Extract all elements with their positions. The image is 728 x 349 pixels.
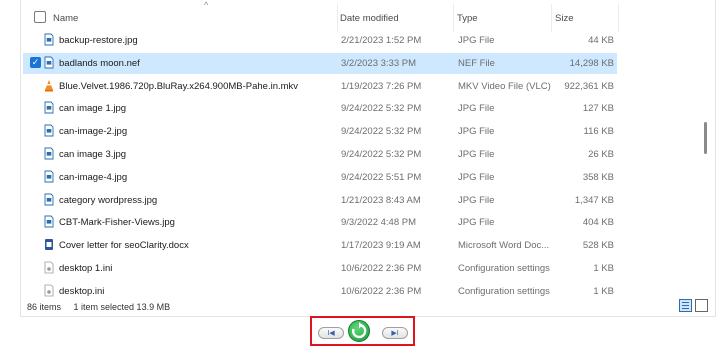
file-date-modified: 9/24/2022 5:32 PM xyxy=(341,126,422,138)
file-type: NEF File xyxy=(458,57,495,69)
row-checkbox-checked[interactable]: ✓ xyxy=(30,56,41,68)
file-date-modified: 9/3/2022 4:48 PM xyxy=(341,217,416,229)
vertical-scrollbar[interactable] xyxy=(704,122,707,154)
file-row[interactable]: desktop.ini 10/6/2022 2:36 PM Configuratio… xyxy=(23,281,617,302)
image-file-icon xyxy=(44,147,54,160)
image-file-icon xyxy=(44,215,54,228)
file-name: category wordpress.jpg xyxy=(59,194,158,206)
file-explorer-window: Name ^ Date modified Type Size backup-re… xyxy=(20,0,716,317)
image-file-icon xyxy=(44,56,54,69)
file-name: can image 1.jpg xyxy=(59,103,127,115)
file-type: JPG File xyxy=(458,103,495,115)
image-file-icon xyxy=(44,170,54,183)
file-size: 1,347 KB xyxy=(574,194,614,206)
file-name: Cover letter for seoClarity.docx xyxy=(59,240,189,252)
replay-icon[interactable] xyxy=(348,320,370,342)
file-row[interactable]: category wordpress.jpg 1/21/2023 8:43 AM J… xyxy=(23,190,617,211)
file-name: can image 3.jpg xyxy=(59,149,127,160)
file-row[interactable]: can image 3.jpg 9/24/2022 5:32 PM JPG File… xyxy=(23,144,617,165)
file-size: 14,298 KB xyxy=(569,57,614,69)
file-size: 922,361 KB xyxy=(564,80,614,92)
file-type: JPG File xyxy=(458,126,495,138)
file-type: Configuration settings xyxy=(458,285,550,297)
file-date-modified: 2/21/2023 1:52 PM xyxy=(341,35,422,46)
column-header-size[interactable]: Size xyxy=(555,13,573,24)
file-date-modified: 1/19/2023 7:26 PM xyxy=(341,80,422,92)
file-type: JPG File xyxy=(458,35,495,46)
file-type: JPG File xyxy=(458,217,495,229)
file-size: 358 KB xyxy=(582,171,614,183)
file-size: 44 KB xyxy=(588,35,614,46)
word-doc-icon xyxy=(44,238,54,251)
file-row[interactable]: Blue.Velvet.1986.720p.BluRay.x264.900MB-… xyxy=(23,76,617,97)
file-type: JPG File xyxy=(458,194,495,206)
file-type: Microsoft Word Doc... xyxy=(458,240,550,252)
file-name: can-image-4.jpg xyxy=(59,171,128,183)
file-date-modified: 3/2/2023 3:33 PM xyxy=(341,57,416,69)
file-row[interactable]: can-image-2.jpg 9/24/2022 5:32 PM JPG File… xyxy=(23,121,617,142)
file-name: desktop 1.ini xyxy=(59,263,113,274)
file-type: MKV Video File (VLC) xyxy=(458,80,551,92)
file-type: JPG File xyxy=(458,149,495,160)
file-row[interactable]: backup-restore.jpg 2/21/2023 1:52 PM JPG F… xyxy=(23,30,617,51)
file-name: can-image-2.jpg xyxy=(59,126,128,138)
selection-info: 1 item selected 13.9 MB xyxy=(73,302,171,312)
file-size: 127 KB xyxy=(582,103,614,115)
image-file-icon xyxy=(44,33,54,46)
sort-ascending-icon: ^ xyxy=(204,0,209,10)
file-row[interactable]: Cover letter for seoClarity.docx 1/17/202… xyxy=(23,235,617,256)
file-date-modified: 9/24/2022 5:51 PM xyxy=(341,171,422,183)
file-size: 404 KB xyxy=(582,217,614,229)
file-date-modified: 1/17/2023 9:19 AM xyxy=(341,240,421,252)
file-name: CBT-Mark-Fisher-Views.jpg xyxy=(59,217,175,229)
file-type: JPG File xyxy=(458,171,495,183)
column-header-name[interactable]: Name xyxy=(53,13,78,24)
file-name: badlands moon.nef xyxy=(59,57,140,69)
file-date-modified: 9/24/2022 5:32 PM xyxy=(341,149,422,160)
playback-controls: I◀ ▶I xyxy=(310,316,415,346)
file-row[interactable]: CBT-Mark-Fisher-Views.jpg 9/3/2022 4:48 P… xyxy=(23,212,617,233)
file-date-modified: 10/6/2022 2:36 PM xyxy=(341,285,422,297)
image-file-icon xyxy=(44,101,54,114)
column-header-type[interactable]: Type xyxy=(457,13,478,24)
settings-file-icon xyxy=(44,284,54,297)
column-header-date[interactable]: Date modified xyxy=(340,13,399,24)
file-type: Configuration settings xyxy=(458,263,550,274)
file-size: 1 KB xyxy=(593,285,614,297)
file-date-modified: 1/21/2023 8:43 AM xyxy=(341,194,421,206)
large-icons-view-button[interactable] xyxy=(695,299,708,312)
column-divider xyxy=(618,4,619,32)
column-divider xyxy=(337,4,338,32)
next-button[interactable]: ▶I xyxy=(382,327,408,339)
file-row[interactable]: can-image-4.jpg 9/24/2022 5:51 PM JPG File… xyxy=(23,167,617,188)
file-name: desktop.ini xyxy=(59,285,105,297)
file-row[interactable]: ✓ badlands moon.nef 3/2/2023 3:33 PM NEF Fi… xyxy=(23,52,617,74)
previous-button[interactable]: I◀ xyxy=(318,327,344,339)
file-size: 528 KB xyxy=(582,240,614,252)
file-row[interactable]: desktop 1.ini 10/6/2022 2:36 PM Configurat… xyxy=(23,258,617,279)
file-size: 116 KB xyxy=(583,126,614,138)
image-file-icon xyxy=(44,193,54,206)
column-divider xyxy=(453,4,454,32)
file-row[interactable]: can image 1.jpg 9/24/2022 5:32 PM JPG File… xyxy=(23,98,617,119)
image-file-icon xyxy=(44,124,54,137)
details-view-button[interactable] xyxy=(679,299,692,312)
status-bar: 86 items 1 item selected 13.9 MB xyxy=(27,302,180,312)
vlc-cone-icon xyxy=(44,79,54,92)
column-divider xyxy=(551,4,552,32)
select-all-checkbox[interactable] xyxy=(34,11,46,23)
file-date-modified: 10/6/2022 2:36 PM xyxy=(341,263,422,274)
file-size: 1 KB xyxy=(593,263,614,274)
file-name: backup-restore.jpg xyxy=(59,35,138,46)
item-count: 86 items xyxy=(27,302,62,312)
file-size: 26 KB xyxy=(588,149,614,160)
settings-file-icon xyxy=(44,261,54,274)
file-name: Blue.Velvet.1986.720p.BluRay.x264.900MB-… xyxy=(59,80,299,92)
file-date-modified: 9/24/2022 5:32 PM xyxy=(341,103,422,115)
